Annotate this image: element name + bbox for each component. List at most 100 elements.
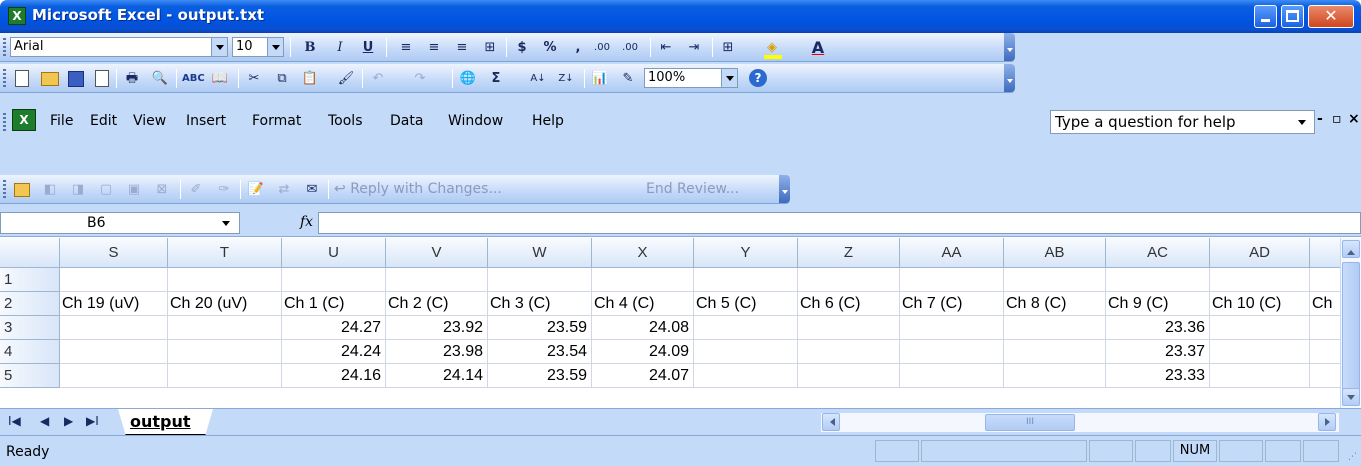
cell[interactable]: [60, 340, 168, 364]
column-header-ac[interactable]: AC: [1106, 238, 1210, 268]
cell[interactable]: [694, 364, 798, 388]
cell[interactable]: 23.59: [488, 364, 592, 388]
currency-button[interactable]: $: [512, 37, 532, 58]
column-header-z[interactable]: Z: [798, 238, 900, 268]
cut-icon[interactable]: ✂: [244, 68, 264, 89]
column-header-s[interactable]: S: [60, 238, 168, 268]
name-box[interactable]: B6: [0, 212, 240, 234]
cell[interactable]: 23.92: [386, 316, 488, 340]
spelling-icon[interactable]: ABC: [182, 68, 205, 89]
cell[interactable]: Ch 4 (C): [592, 292, 694, 316]
drawing-icon[interactable]: ✎: [618, 68, 638, 89]
show-comment-icon[interactable]: ▢: [96, 179, 116, 200]
sheet-tab-label[interactable]: output: [130, 412, 191, 431]
menu-file[interactable]: File: [50, 113, 73, 129]
previous-sheet-button[interactable]: ◀: [40, 414, 49, 428]
borders-button[interactable]: ⊞: [718, 37, 738, 58]
new-comment-icon[interactable]: [12, 179, 32, 200]
cell[interactable]: [1106, 268, 1210, 292]
toolbar-grip[interactable]: [3, 180, 6, 198]
comma-style-button[interactable]: ,: [568, 37, 588, 58]
maximize-button[interactable]: [1281, 5, 1304, 28]
row-header-4[interactable]: 4: [0, 340, 60, 364]
column-header-ad[interactable]: AD: [1210, 238, 1310, 268]
next-sheet-button[interactable]: ▶: [64, 414, 73, 428]
cell[interactable]: 23.33: [1106, 364, 1210, 388]
menu-window[interactable]: Window: [448, 113, 503, 129]
column-header-partial[interactable]: [1310, 238, 1340, 268]
scroll-up-button[interactable]: [1342, 240, 1360, 258]
cell[interactable]: [798, 340, 900, 364]
chart-wizard-icon[interactable]: 📊: [590, 68, 610, 89]
menu-help[interactable]: Help: [532, 113, 564, 129]
excel-icon[interactable]: X: [8, 7, 26, 25]
update-file-icon[interactable]: ⇄: [274, 179, 294, 200]
paste-icon[interactable]: 📋: [300, 68, 320, 89]
select-all-corner[interactable]: [0, 238, 60, 268]
cell[interactable]: [1210, 340, 1310, 364]
cell[interactable]: 23.98: [386, 340, 488, 364]
cell[interactable]: [488, 268, 592, 292]
menu-tools[interactable]: Tools: [328, 113, 363, 129]
merge-center-button[interactable]: ⊞: [480, 37, 500, 58]
column-header-t[interactable]: T: [168, 238, 282, 268]
sort-descending-icon[interactable]: Z↓: [556, 68, 576, 89]
underline-button[interactable]: U: [358, 37, 378, 58]
format-painter-icon[interactable]: 🖌: [336, 68, 356, 89]
doc-minimize-button[interactable]: -: [1317, 111, 1323, 127]
cell[interactable]: [1210, 268, 1310, 292]
cell[interactable]: 24.27: [282, 316, 386, 340]
cell[interactable]: Ch 2 (C): [386, 292, 488, 316]
cell[interactable]: Ch 5 (C): [694, 292, 798, 316]
cell[interactable]: [900, 340, 1004, 364]
formula-input[interactable]: [318, 212, 1361, 234]
cell[interactable]: Ch 9 (C): [1106, 292, 1210, 316]
chevron-down-icon[interactable]: [1292, 111, 1314, 133]
decrease-indent-button[interactable]: ⇤: [656, 37, 676, 58]
chevron-down-icon[interactable]: [267, 38, 283, 56]
show-all-comments-icon[interactable]: ▣: [124, 179, 144, 200]
print-icon[interactable]: 🖶: [122, 68, 142, 89]
doc-close-button[interactable]: ×: [1348, 111, 1360, 127]
column-header-u[interactable]: U: [282, 238, 386, 268]
permission-icon[interactable]: [92, 68, 112, 89]
previous-comment-icon[interactable]: ◧: [40, 179, 60, 200]
cell[interactable]: 23.59: [488, 316, 592, 340]
menu-data[interactable]: Data: [390, 113, 423, 129]
end-review-button[interactable]: End Review...: [646, 179, 739, 200]
cell[interactable]: Ch 19 (uV): [60, 292, 168, 316]
insert-function-icon[interactable]: fx: [300, 214, 313, 230]
cell[interactable]: [60, 316, 168, 340]
scroll-down-button[interactable]: [1342, 388, 1360, 406]
menu-view[interactable]: View: [133, 113, 166, 129]
cell[interactable]: [60, 268, 168, 292]
toolbar-grip[interactable]: [3, 38, 6, 56]
cell[interactable]: 24.14: [386, 364, 488, 388]
align-center-button[interactable]: ≡: [424, 37, 444, 58]
decrease-decimal-button[interactable]: .00: [620, 37, 640, 58]
new-document-icon[interactable]: [12, 68, 32, 89]
hyperlink-icon[interactable]: 🌐: [458, 68, 478, 89]
chevron-down-icon[interactable]: [211, 38, 227, 56]
cell[interactable]: [60, 364, 168, 388]
chevron-down-icon[interactable]: [721, 69, 737, 87]
help-icon[interactable]: ?: [748, 68, 768, 89]
cell[interactable]: Ch 10 (C): [1210, 292, 1310, 316]
cell[interactable]: [798, 268, 900, 292]
cell[interactable]: [282, 268, 386, 292]
cell[interactable]: [1310, 340, 1340, 364]
cell[interactable]: [1004, 268, 1106, 292]
percent-button[interactable]: %: [540, 37, 560, 58]
column-header-aa[interactable]: AA: [900, 238, 1004, 268]
last-sheet-button[interactable]: ▶I: [86, 414, 99, 428]
cell[interactable]: [694, 268, 798, 292]
vertical-scroll-thumb[interactable]: [1342, 262, 1360, 390]
sort-ascending-icon[interactable]: A↓: [528, 68, 548, 89]
undo-icon[interactable]: ↶: [368, 68, 388, 89]
cell[interactable]: Ch 20 (uV): [168, 292, 282, 316]
first-sheet-button[interactable]: I◀: [8, 414, 21, 428]
cell[interactable]: Ch 6 (C): [798, 292, 900, 316]
cell[interactable]: [1310, 364, 1340, 388]
align-left-button[interactable]: ≡: [396, 37, 416, 58]
italic-button[interactable]: I: [330, 37, 350, 58]
